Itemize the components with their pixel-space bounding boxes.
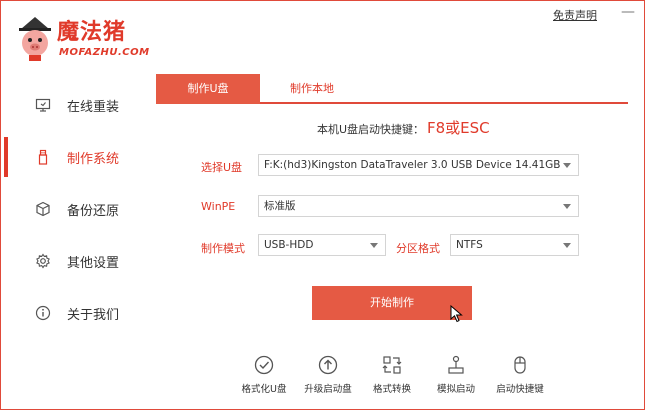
chevron-down-icon [563, 163, 571, 168]
winpe-select[interactable]: 标准版 [258, 195, 579, 217]
mouse-cursor-icon [450, 305, 463, 323]
boot-hotkey-tool[interactable]: 启动快捷键 [488, 355, 552, 397]
partition-select-value: NTFS [456, 239, 483, 251]
simulate-boot-tool[interactable]: 模拟启动 [424, 355, 488, 397]
chevron-down-icon [563, 204, 571, 209]
boot-hotkey-value: F8或ESC [427, 119, 490, 137]
monitor-icon [35, 98, 51, 112]
upgrade-boot-disk-tool[interactable]: 升级启动盘 [296, 355, 360, 397]
info-icon [35, 305, 51, 321]
logo-title: 魔法猪 [57, 20, 127, 45]
sidebar-item-online-reinstall[interactable]: 在线重装 [1, 83, 151, 127]
winpe-select-label: WinPE [201, 200, 236, 213]
app-window: 魔法猪 MOFAZHU.COM 免责声明 — 在线重装 制作系统 备份还原 其他… [0, 0, 645, 410]
arrow-up-circle-icon [318, 355, 338, 375]
sidebar-item-other-settings[interactable]: 其他设置 [1, 239, 151, 283]
pig-mascot-icon [19, 17, 51, 61]
usb-icon [38, 149, 48, 165]
tool-label: 格式化U盘 [241, 384, 287, 395]
convert-icon [382, 356, 402, 374]
logo-subtitle: MOFAZHU.COM [59, 47, 150, 58]
chevron-down-icon [370, 243, 378, 248]
tool-label: 升级启动盘 [304, 384, 352, 395]
format-usb-tool[interactable]: 格式化U盘 [232, 355, 296, 397]
sidebar-item-label: 备份还原 [67, 203, 120, 219]
mode-select-value: USB-HDD [264, 239, 314, 251]
cube-icon [36, 201, 50, 217]
sidebar-item-label: 在线重装 [67, 99, 120, 115]
tab-bar: 制作U盘 制作本地 [156, 74, 628, 104]
start-make-button[interactable]: 开始制作 [312, 286, 472, 320]
minimize-button[interactable]: — [619, 5, 637, 21]
chevron-down-icon [563, 243, 571, 248]
app-logo: 魔法猪 MOFAZHU.COM [15, 15, 149, 65]
mode-select-label: 制作模式 [201, 242, 245, 255]
tool-label: 格式转换 [372, 384, 411, 395]
format-convert-tool[interactable]: 格式转换 [360, 355, 424, 397]
joystick-icon [448, 355, 464, 374]
mouse-icon [514, 356, 526, 374]
sidebar-item-label: 关于我们 [67, 307, 120, 323]
winpe-select-value: 标准版 [264, 200, 296, 212]
tool-label: 启动快捷键 [496, 384, 544, 395]
check-circle-icon [254, 355, 274, 375]
partition-select-label: 分区格式 [396, 242, 440, 255]
usb-select-value: F:K:(hd3)Kingston DataTraveler 3.0 USB D… [264, 159, 561, 171]
gear-icon [36, 253, 50, 269]
partition-select[interactable]: NTFS [450, 234, 579, 256]
sidebar-item-backup-restore[interactable]: 备份还原 [1, 187, 151, 231]
tool-label: 模拟启动 [436, 384, 475, 395]
usb-select-label: 选择U盘 [201, 161, 243, 174]
sidebar-item-label: 制作系统 [67, 151, 120, 167]
tab-make-usb[interactable]: 制作U盘 [156, 74, 260, 104]
mode-select[interactable]: USB-HDD [258, 234, 386, 256]
sidebar-item-make-system[interactable]: 制作系统 [1, 135, 151, 179]
sidebar-item-about-us[interactable]: 关于我们 [1, 291, 151, 335]
disclaimer-link[interactable]: 免责声明 [553, 7, 597, 23]
tab-make-local[interactable]: 制作本地 [260, 74, 364, 104]
usb-select[interactable]: F:K:(hd3)Kingston DataTraveler 3.0 USB D… [258, 154, 579, 176]
sidebar-item-label: 其他设置 [67, 255, 120, 271]
boot-hotkey-hint: 本机U盘启动快捷键： [317, 123, 425, 136]
